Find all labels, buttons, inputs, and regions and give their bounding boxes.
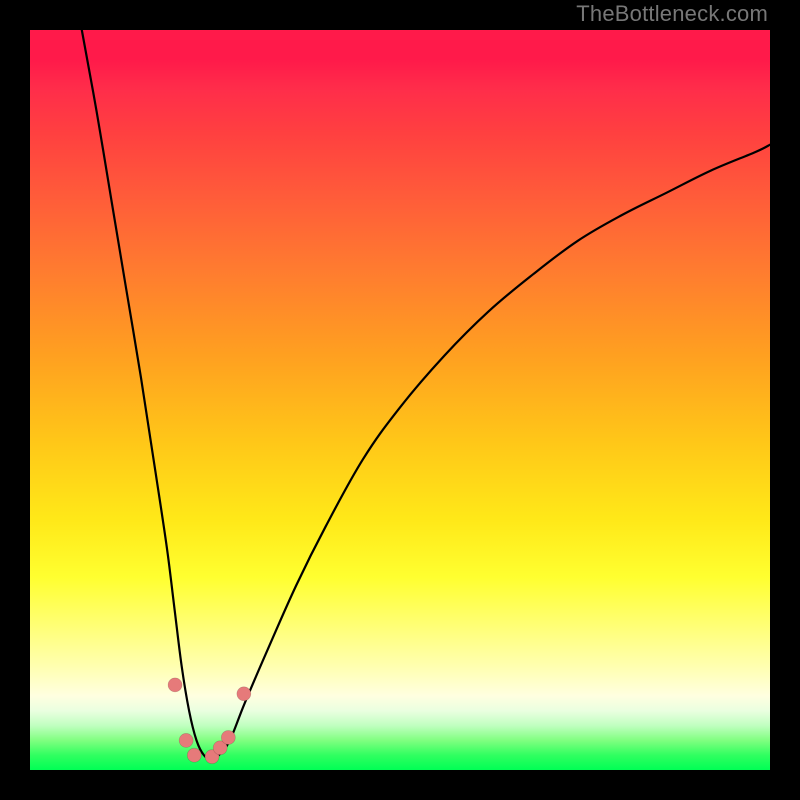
curve-marker <box>221 730 235 744</box>
curve-marker <box>237 687 251 701</box>
curve-chart <box>30 30 770 770</box>
curve-marker <box>187 748 201 762</box>
curve-marker <box>179 733 193 747</box>
attribution-text: TheBottleneck.com <box>576 1 768 27</box>
curve-marker <box>168 678 182 692</box>
bottleneck-curve <box>82 30 770 759</box>
